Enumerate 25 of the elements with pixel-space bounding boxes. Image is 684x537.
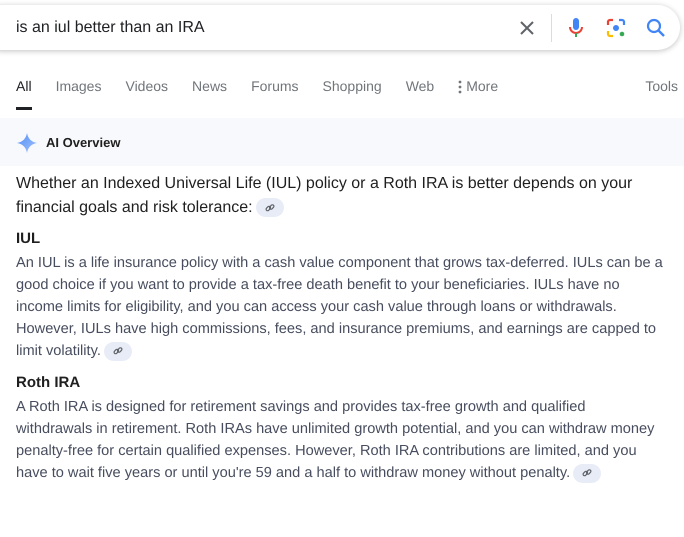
search-bar[interactable]: is an iul better than an IRA: [0, 5, 680, 50]
section-heading: IUL: [16, 229, 42, 249]
section-heading: Roth IRA: [16, 373, 82, 393]
overview-summary: Whether an Indexed Universal Life (IUL) policy or a Roth IRA is better depends on your financial goals and risk tolerance:: [16, 174, 634, 220]
sparkle-icon: [16, 132, 38, 154]
search-tab[interactable]: News: [192, 68, 228, 110]
tools-button[interactable]: Tools: [645, 68, 678, 110]
source-link-button[interactable]: [256, 198, 284, 218]
source-link-button[interactable]: [104, 342, 132, 361]
source-link-button[interactable]: [573, 464, 602, 483]
more-icon: [458, 80, 462, 94]
section-text: An IUL is a life insurance policy with a cash value component that grows tax-deferred. IULs can be a good choice if you want to provide a tax-free death benefit to your beneficiaries. IULs have no income limits for eligibility, and you can access your cash value through loans or withdrawals. However, IULs have high commissions, fees, and insurance premiums, and earnings are capped to limit volatility.: [16, 254, 664, 362]
link-icon: [112, 346, 123, 356]
overview-title: AI Overview: [46, 134, 120, 152]
search-tab[interactable]: Videos: [125, 68, 168, 110]
search-field[interactable]: is an iul better than an IRA: [16, 16, 515, 40]
search-tab[interactable]: Forums: [251, 68, 299, 110]
search-tab[interactable]: More: [458, 68, 498, 110]
search-tab[interactable]: Shopping: [322, 68, 382, 110]
section-text: A Roth IRA is designed for retirement savings and provides tax-free growth and qualified withdrawals in retirement. Roth IRAs have unlimited growth potential, and you can withdraw money penalty-free for certain qualified expenses. However, Roth IRA contributions are limited, and you have to wait five years or until you're 59 and a half to withdraw money without penalty.: [16, 398, 656, 484]
search-tab[interactable]: Images: [56, 68, 102, 110]
link-icon: [264, 202, 275, 213]
link-icon: [582, 468, 592, 478]
search-tab[interactable]: Web: [406, 68, 434, 110]
search-tab[interactable]: All: [16, 68, 32, 110]
